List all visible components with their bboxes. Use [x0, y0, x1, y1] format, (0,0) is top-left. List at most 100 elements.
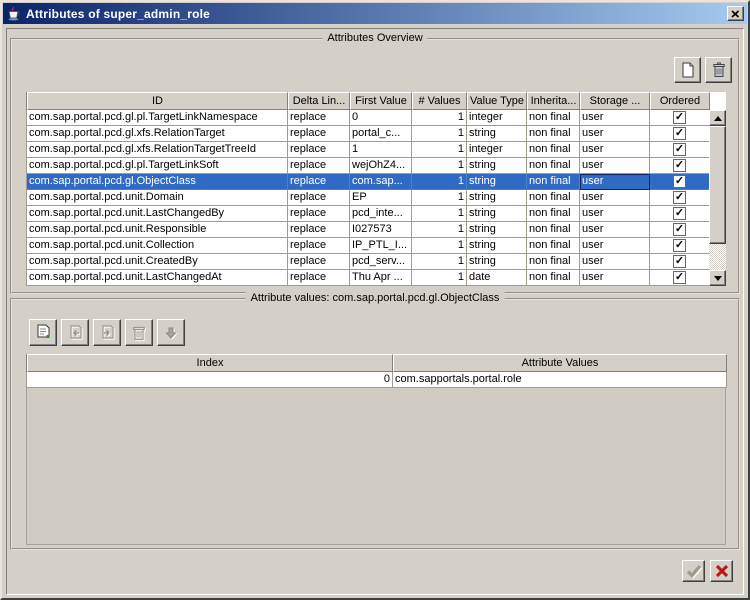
cell-value-type[interactable]: string — [467, 158, 527, 174]
cell-storage[interactable]: user — [580, 190, 650, 206]
titlebar[interactable]: Attributes of super_admin_role — [3, 3, 747, 24]
column-header[interactable]: Delta Lin... — [288, 92, 350, 110]
scroll-down-button[interactable] — [709, 270, 726, 286]
cell-delta-link[interactable]: replace — [288, 110, 350, 126]
attribute-row[interactable]: com.sap.portal.pcd.unit.LastChangedByrep… — [26, 206, 726, 222]
cell-delta-link[interactable]: replace — [288, 126, 350, 142]
cell-index[interactable]: 0 — [27, 372, 393, 388]
attribute-row[interactable]: com.sap.portal.pcd.unit.LastChangedAtrep… — [26, 270, 726, 286]
add-value-button[interactable] — [29, 319, 57, 346]
cell-inheritance[interactable]: non final — [527, 254, 580, 270]
cell-id[interactable]: com.sap.portal.pcd.unit.LastChangedBy — [27, 206, 288, 222]
cell-delta-link[interactable]: replace — [288, 158, 350, 174]
cell-first-value[interactable]: EP — [350, 190, 412, 206]
cell-value-type[interactable]: date — [467, 270, 527, 286]
column-header[interactable]: Storage ... — [580, 92, 650, 110]
cell-storage[interactable]: user — [580, 270, 650, 286]
cell-delta-link[interactable]: replace — [288, 222, 350, 238]
cell-storage[interactable]: user — [580, 206, 650, 222]
cell-id[interactable]: com.sap.portal.pcd.gl.xfs.RelationTarget — [27, 126, 288, 142]
cell-first-value[interactable]: 1 — [350, 142, 412, 158]
cell-value-type[interactable]: string — [467, 206, 527, 222]
attribute-row[interactable]: com.sap.portal.pcd.gl.xfs.RelationTarget… — [26, 126, 726, 142]
cell-value-type[interactable]: integer — [467, 142, 527, 158]
attribute-row[interactable]: com.sap.portal.pcd.unit.DomainreplaceEP1… — [26, 190, 726, 206]
cell-id[interactable]: com.sap.portal.pcd.gl.ObjectClass — [27, 174, 288, 190]
cell-inheritance[interactable]: non final — [527, 142, 580, 158]
cell-num-values[interactable]: 1 — [412, 190, 467, 206]
cell-id[interactable]: com.sap.portal.pcd.unit.Collection — [27, 238, 288, 254]
new-attribute-button[interactable] — [674, 57, 701, 83]
confirm-button[interactable] — [682, 560, 705, 582]
cell-value-type[interactable]: string — [467, 222, 527, 238]
cell-storage[interactable]: user — [580, 126, 650, 142]
cell-first-value[interactable]: 0 — [350, 110, 412, 126]
cell-delta-link[interactable]: replace — [288, 270, 350, 286]
cell-id[interactable]: com.sap.portal.pcd.unit.Domain — [27, 190, 288, 206]
cell-delta-link[interactable]: replace — [288, 142, 350, 158]
cell-num-values[interactable]: 1 — [412, 222, 467, 238]
column-header[interactable]: Ordered — [650, 92, 710, 110]
cell-delta-link[interactable]: replace — [288, 254, 350, 270]
ordered-checkbox[interactable]: ✓ — [673, 175, 686, 188]
cell-num-values[interactable]: 1 — [412, 270, 467, 286]
cell-id[interactable]: com.sap.portal.pcd.unit.CreatedBy — [27, 254, 288, 270]
cell-inheritance[interactable]: non final — [527, 190, 580, 206]
column-header[interactable]: Inherita... — [527, 92, 580, 110]
cell-first-value[interactable]: wejOhZ4... — [350, 158, 412, 174]
cell-delta-link[interactable]: replace — [288, 238, 350, 254]
attribute-row[interactable]: com.sap.portal.pcd.unit.Responsiblerepla… — [26, 222, 726, 238]
ordered-checkbox[interactable]: ✓ — [673, 111, 686, 124]
cell-value-type[interactable]: string — [467, 190, 527, 206]
scrollbar-track[interactable] — [709, 244, 726, 270]
cell-delta-link[interactable]: replace — [288, 190, 350, 206]
cell-first-value[interactable]: com.sap... — [350, 174, 412, 190]
cell-value-type[interactable]: string — [467, 126, 527, 142]
cell-first-value[interactable]: IP_PTL_I... — [350, 238, 412, 254]
cell-inheritance[interactable]: non final — [527, 158, 580, 174]
attributes-table-scrollbar[interactable] — [709, 110, 726, 286]
cell-storage[interactable]: user — [580, 158, 650, 174]
cell-first-value[interactable]: pcd_inte... — [350, 206, 412, 222]
cell-num-values[interactable]: 1 — [412, 110, 467, 126]
attribute-row[interactable]: com.sap.portal.pcd.gl.ObjectClassreplace… — [26, 174, 726, 190]
cell-value-type[interactable]: integer — [467, 110, 527, 126]
ordered-checkbox[interactable]: ✓ — [673, 207, 686, 220]
cell-inheritance[interactable]: non final — [527, 270, 580, 286]
column-header[interactable]: Attribute Values — [393, 354, 727, 372]
ordered-checkbox[interactable]: ✓ — [673, 159, 686, 172]
cell-id[interactable]: com.sap.portal.pcd.gl.xfs.RelationTarget… — [27, 142, 288, 158]
cancel-button[interactable] — [710, 560, 733, 582]
cell-delta-link[interactable]: replace — [288, 174, 350, 190]
cell-value-type[interactable]: string — [467, 174, 527, 190]
cell-delta-link[interactable]: replace — [288, 206, 350, 222]
cell-num-values[interactable]: 1 — [412, 254, 467, 270]
ordered-checkbox[interactable]: ✓ — [673, 239, 686, 252]
cell-id[interactable]: com.sap.portal.pcd.unit.LastChangedAt — [27, 270, 288, 286]
attribute-row[interactable]: com.sap.portal.pcd.gl.pl.TargetLinkSoftr… — [26, 158, 726, 174]
cell-id[interactable]: com.sap.portal.pcd.unit.Responsible — [27, 222, 288, 238]
cell-inheritance[interactable]: non final — [527, 174, 580, 190]
value-arrow-right-button[interactable] — [93, 319, 121, 346]
cell-id[interactable]: com.sap.portal.pcd.gl.pl.TargetLinkSoft — [27, 158, 288, 174]
cell-inheritance[interactable]: non final — [527, 110, 580, 126]
ordered-checkbox[interactable]: ✓ — [673, 223, 686, 236]
cell-value[interactable]: com.sapportals.portal.role — [393, 372, 727, 388]
cell-value-type[interactable]: string — [467, 254, 527, 270]
cell-first-value[interactable]: pcd_serv... — [350, 254, 412, 270]
attribute-row[interactable]: com.sap.portal.pcd.gl.pl.TargetLinkNames… — [26, 110, 726, 126]
cell-storage[interactable]: user — [580, 238, 650, 254]
cell-storage[interactable]: user — [580, 254, 650, 270]
attribute-row[interactable]: com.sap.portal.pcd.unit.Collectionreplac… — [26, 238, 726, 254]
ordered-checkbox[interactable]: ✓ — [673, 143, 686, 156]
cell-storage[interactable]: user — [580, 174, 650, 190]
cell-inheritance[interactable]: non final — [527, 206, 580, 222]
cell-num-values[interactable]: 1 — [412, 126, 467, 142]
move-down-button[interactable] — [157, 319, 185, 346]
ordered-checkbox[interactable]: ✓ — [673, 255, 686, 268]
column-header[interactable]: Value Type — [467, 92, 527, 110]
cell-num-values[interactable]: 1 — [412, 206, 467, 222]
close-button[interactable] — [727, 6, 744, 21]
scroll-up-button[interactable] — [709, 110, 726, 126]
scrollbar-thumb[interactable] — [709, 126, 726, 244]
